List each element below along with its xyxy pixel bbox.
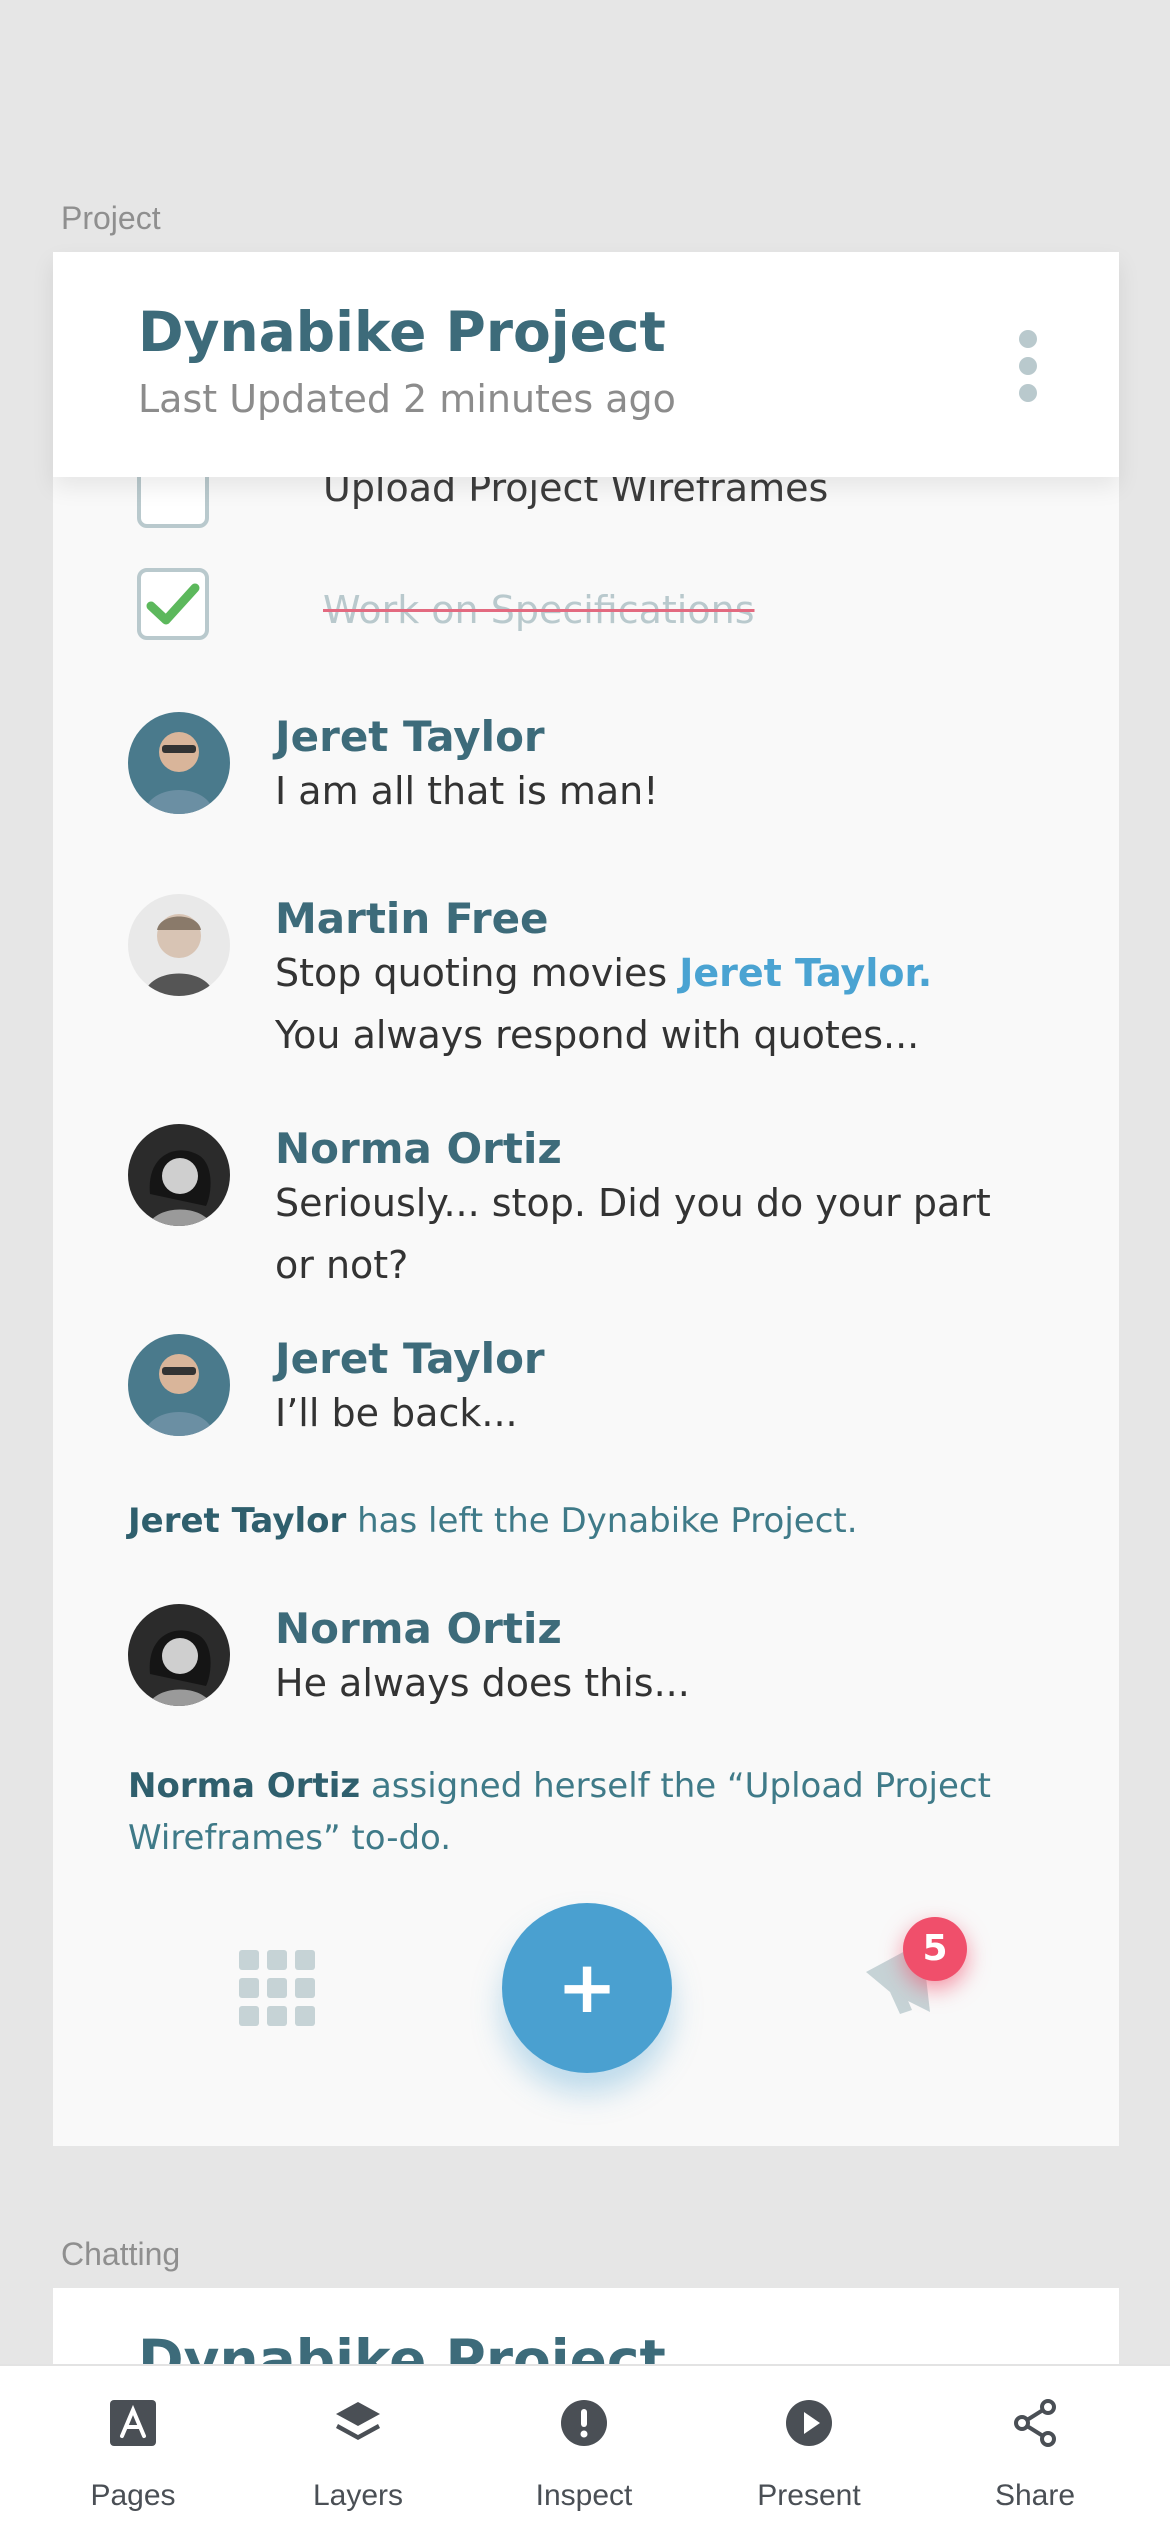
chat-message: Jeret Taylor I’ll be back...: [128, 1334, 1078, 1444]
chat-message: Norma Ortiz He always does this...: [128, 1604, 1078, 1714]
checkmark-icon: [146, 583, 200, 625]
avatar-jeret-taylor[interactable]: [128, 712, 230, 814]
event-actor[interactable]: Jeret Taylor: [128, 1501, 346, 1541]
message-text: I’ll be back...: [275, 1391, 518, 1435]
pages-icon: [110, 2400, 156, 2446]
system-event: Norma Ortiz assigned herself the “Upload…: [128, 1760, 1028, 1864]
chatting-card-title: Dynabike Project: [138, 2328, 666, 2368]
section-label-project: Project: [61, 200, 161, 236]
project-last-updated: Last Updated 2 minutes ago: [138, 377, 676, 421]
event-text: has left the Dynabike Project.: [346, 1501, 858, 1541]
add-button[interactable]: +: [502, 1903, 672, 2073]
project-title: Dynabike Project: [138, 300, 666, 364]
event-actor[interactable]: Norma Ortiz: [128, 1766, 360, 1806]
mention-link[interactable]: Jeret Taylor.: [679, 951, 932, 995]
message-author[interactable]: Norma Ortiz: [275, 1124, 562, 1173]
tab-label: Pages: [90, 2479, 176, 2512]
message-text: or not?: [275, 1243, 409, 1287]
notification-badge[interactable]: 5: [903, 1917, 967, 1981]
todo-label-done: Work on Specifications: [323, 588, 755, 632]
message-text-part: Stop quoting movies: [275, 951, 680, 995]
project-card-header[interactable]: Dynabike Project Last Updated 2 minutes …: [53, 252, 1119, 477]
system-event: Jeret Taylor has left the Dynabike Proje…: [128, 1495, 1028, 1547]
tab-share[interactable]: Share: [945, 2366, 1125, 2534]
apps-grid-icon[interactable]: [239, 1950, 315, 2026]
tab-label: Share: [994, 2479, 1076, 2512]
todo-item[interactable]: Work on Specifications: [137, 568, 1037, 648]
avatar-norma-ortiz[interactable]: [128, 1124, 230, 1226]
layers-icon: [336, 2402, 380, 2440]
avatar-martin-free[interactable]: [128, 894, 230, 996]
present-icon: [786, 2400, 832, 2446]
message-text: I am all that is man!: [275, 769, 659, 813]
section-label-chatting: Chatting: [61, 2236, 181, 2272]
message-author[interactable]: Norma Ortiz: [275, 1604, 562, 1653]
todo-checkbox-checked[interactable]: [137, 568, 209, 640]
chat-message: Martin Free Stop quoting movies Jeret Ta…: [128, 894, 1078, 1064]
chatting-card[interactable]: Dynabike Project: [53, 2288, 1119, 2368]
more-options-icon[interactable]: [1019, 330, 1039, 411]
avatar-jeret-taylor[interactable]: [128, 1334, 230, 1436]
chat-message: Norma Ortiz Seriously... stop. Did you d…: [128, 1124, 1078, 1294]
message-text: You always respond with quotes...: [275, 1013, 920, 1057]
message-author[interactable]: Jeret Taylor: [275, 1334, 545, 1383]
bottom-tab-bar: Pages Layers Inspect Present Share: [0, 2364, 1170, 2534]
tab-label: Inspect: [535, 2479, 633, 2512]
message-text: Stop quoting movies Jeret Taylor.: [275, 942, 932, 1004]
tab-pages[interactable]: Pages: [43, 2366, 223, 2534]
chat-message: Jeret Taylor I am all that is man!: [128, 712, 1078, 852]
message-text: He always does this...: [275, 1661, 690, 1705]
tab-present[interactable]: Present: [719, 2366, 899, 2534]
share-icon: [1014, 2399, 1056, 2447]
message-text: Seriously... stop. Did you do your part: [275, 1181, 991, 1225]
tab-label: Layers: [312, 2479, 404, 2512]
tab-label: Present: [757, 2479, 861, 2512]
tab-layers[interactable]: Layers: [268, 2366, 448, 2534]
project-card: Dynabike Project Last Updated 2 minutes …: [53, 252, 1119, 2146]
inspect-icon: [561, 2400, 607, 2446]
message-author[interactable]: Martin Free: [275, 894, 549, 943]
avatar-norma-ortiz[interactable]: [128, 1604, 230, 1706]
message-author[interactable]: Jeret Taylor: [275, 712, 545, 761]
tab-inspect[interactable]: Inspect: [494, 2366, 674, 2534]
